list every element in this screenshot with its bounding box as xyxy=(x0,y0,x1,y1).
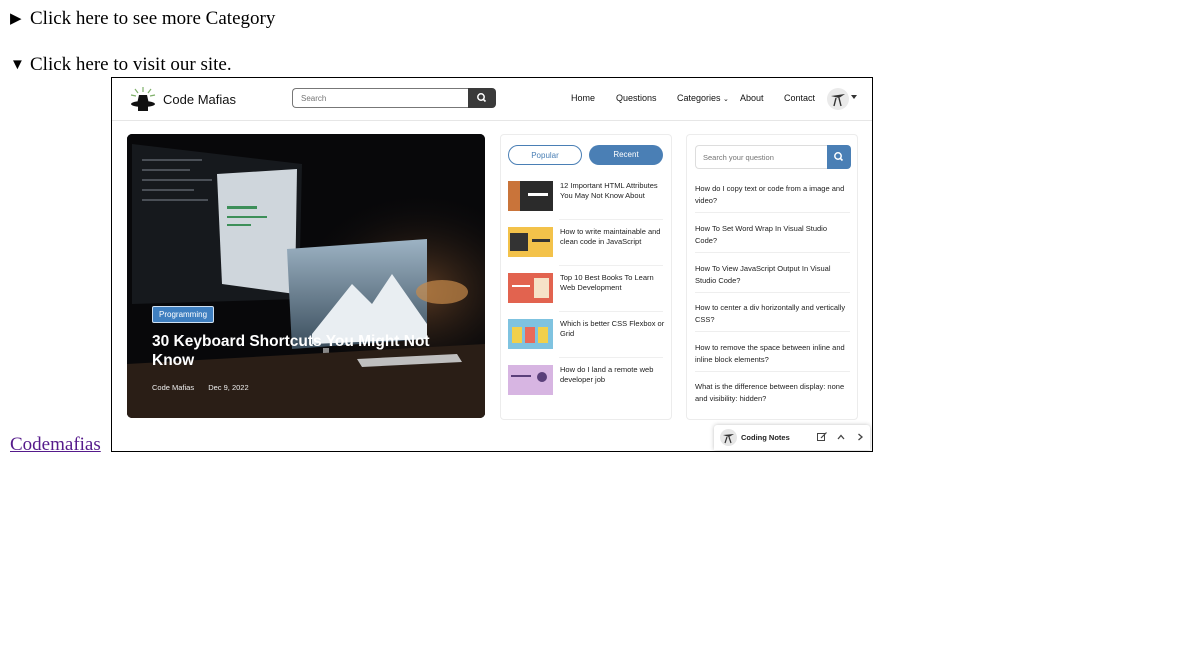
collapsed-triangle-icon: ▶ xyxy=(10,11,22,27)
avatar-sketch-icon xyxy=(723,434,734,444)
more-category-summary[interactable]: ▶ Click here to see more Category xyxy=(10,8,275,30)
more-category-label: Click here to see more Category xyxy=(30,8,276,29)
question-item[interactable]: How to remove the space between inline a… xyxy=(695,342,851,365)
tab-recent[interactable]: Recent xyxy=(589,145,663,165)
hero-author: Code Mafias xyxy=(152,383,195,392)
list-item[interactable]: How do I land a remote web developer job xyxy=(508,365,664,405)
nav-home[interactable]: Home xyxy=(571,93,595,103)
edit-icon[interactable] xyxy=(816,431,828,443)
site-search xyxy=(292,88,496,108)
desk-setup-image xyxy=(127,134,485,418)
post-thumbnail xyxy=(508,273,553,303)
post-title: How to write maintainable and clean code… xyxy=(560,227,661,246)
site-search-input[interactable] xyxy=(292,88,468,108)
notes-avatar xyxy=(720,429,737,446)
nav-categories-label: Categories xyxy=(677,93,721,103)
post-title: Which is better CSS Flexbox or Grid xyxy=(560,319,665,338)
notes-label: Coding Notes xyxy=(741,433,790,442)
site-preview-image[interactable]: Code Mafias Home Questions Categories ⌄ … xyxy=(111,77,873,452)
question-item[interactable]: How to center a div horizontally and ver… xyxy=(695,302,851,325)
question-item[interactable]: How do I copy text or code from a image … xyxy=(695,183,851,206)
post-thumbnail xyxy=(508,319,553,349)
site-navbar: Code Mafias Home Questions Categories ⌄ … xyxy=(112,78,872,121)
list-item[interactable]: Top 10 Best Books To Learn Web Developme… xyxy=(508,273,664,313)
visit-site-summary[interactable]: ▼ Click here to visit our site. xyxy=(10,54,232,76)
site-search-button[interactable] xyxy=(468,88,496,108)
caret-down-icon[interactable] xyxy=(851,95,857,99)
question-item[interactable]: How To Set Word Wrap In Visual Studio Co… xyxy=(695,223,851,246)
coding-notes-bar[interactable]: Coding Notes xyxy=(714,425,870,450)
chevron-up-icon[interactable] xyxy=(835,431,847,443)
post-thumbnail xyxy=(508,227,553,257)
avatar-sketch-icon xyxy=(831,94,845,107)
search-icon xyxy=(477,93,487,103)
visit-site-label: Click here to visit our site. xyxy=(30,54,232,75)
hero-post-card[interactable]: Programming 30 Keyboard Shortcuts You Mi… xyxy=(127,134,485,418)
category-badge[interactable]: Programming xyxy=(152,306,215,323)
posts-panel: Popular Recent 12 Important HTML Attribu… xyxy=(500,134,672,420)
hero-date: Dec 9, 2022 xyxy=(208,383,249,392)
expanded-triangle-icon: ▼ xyxy=(10,57,25,73)
nav-categories[interactable]: Categories ⌄ xyxy=(677,93,729,103)
chevron-right-icon[interactable] xyxy=(854,431,866,443)
hat-logo-icon xyxy=(130,87,156,111)
question-item[interactable]: What is the difference between display: … xyxy=(695,381,851,404)
post-title: How do I land a remote web developer job xyxy=(560,365,654,384)
post-thumbnail xyxy=(508,365,553,395)
questions-panel: How do I copy text or code from a image … xyxy=(686,134,858,420)
post-title: Top 10 Best Books To Learn Web Developme… xyxy=(560,273,654,292)
question-search xyxy=(695,145,851,169)
user-avatar[interactable] xyxy=(827,88,849,110)
list-item[interactable]: How to write maintainable and clean code… xyxy=(508,227,664,267)
brand-name: Code Mafias xyxy=(163,92,236,107)
search-icon xyxy=(834,152,844,162)
nav-questions[interactable]: Questions xyxy=(616,93,657,103)
post-thumbnail xyxy=(508,181,553,211)
question-search-input[interactable] xyxy=(695,145,827,169)
nav-contact[interactable]: Contact xyxy=(784,93,815,103)
list-item[interactable]: 12 Important HTML Attributes You May Not… xyxy=(508,181,664,221)
question-search-button[interactable] xyxy=(827,145,851,169)
hero-meta: Code Mafias Dec 9, 2022 xyxy=(152,383,249,392)
question-item[interactable]: How To View JavaScript Output In Visual … xyxy=(695,263,851,286)
list-item[interactable]: Which is better CSS Flexbox or Grid xyxy=(508,319,664,359)
tab-popular[interactable]: Popular xyxy=(508,145,582,165)
chevron-down-icon: ⌄ xyxy=(723,96,729,103)
post-title: 12 Important HTML Attributes You May Not… xyxy=(560,181,658,200)
nav-about[interactable]: About xyxy=(740,93,764,103)
hero-title[interactable]: 30 Keyboard Shortcuts You Might Not Know xyxy=(152,332,452,370)
codemafias-link[interactable]: Codemafias xyxy=(10,434,101,456)
